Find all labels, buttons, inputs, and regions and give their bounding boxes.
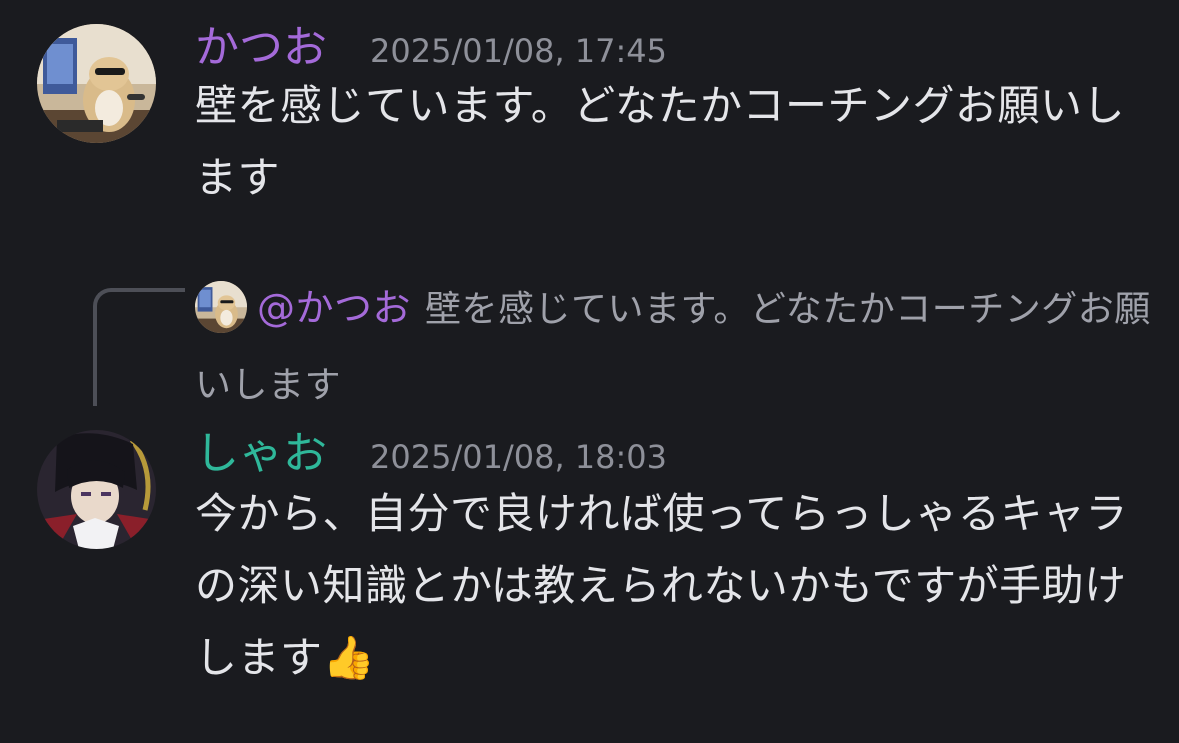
message-content: 今から、自分で良ければ使ってらっしゃるキャラの深い知識とかは教えられないかもです…: [195, 489, 1128, 682]
reply-mention[interactable]: @かつお: [257, 286, 411, 330]
message-timestamp: 2025/01/08, 18:03: [370, 438, 667, 476]
reply-connector: [93, 288, 185, 406]
user-avatar-shao[interactable]: [37, 430, 156, 549]
message-timestamp: 2025/01/08, 17:45: [370, 32, 667, 70]
user-avatar-katsuo[interactable]: [37, 24, 156, 143]
message-author[interactable]: かつお: [195, 22, 327, 74]
reply-avatar: [195, 281, 247, 333]
message-content: 壁を感じています。どなたかコーチングお願いします: [195, 81, 1125, 202]
reply-preview[interactable]: @かつお 壁を感じています。どなたかコーチングお願いします: [195, 270, 1155, 424]
message-author[interactable]: しゃお: [195, 428, 327, 480]
